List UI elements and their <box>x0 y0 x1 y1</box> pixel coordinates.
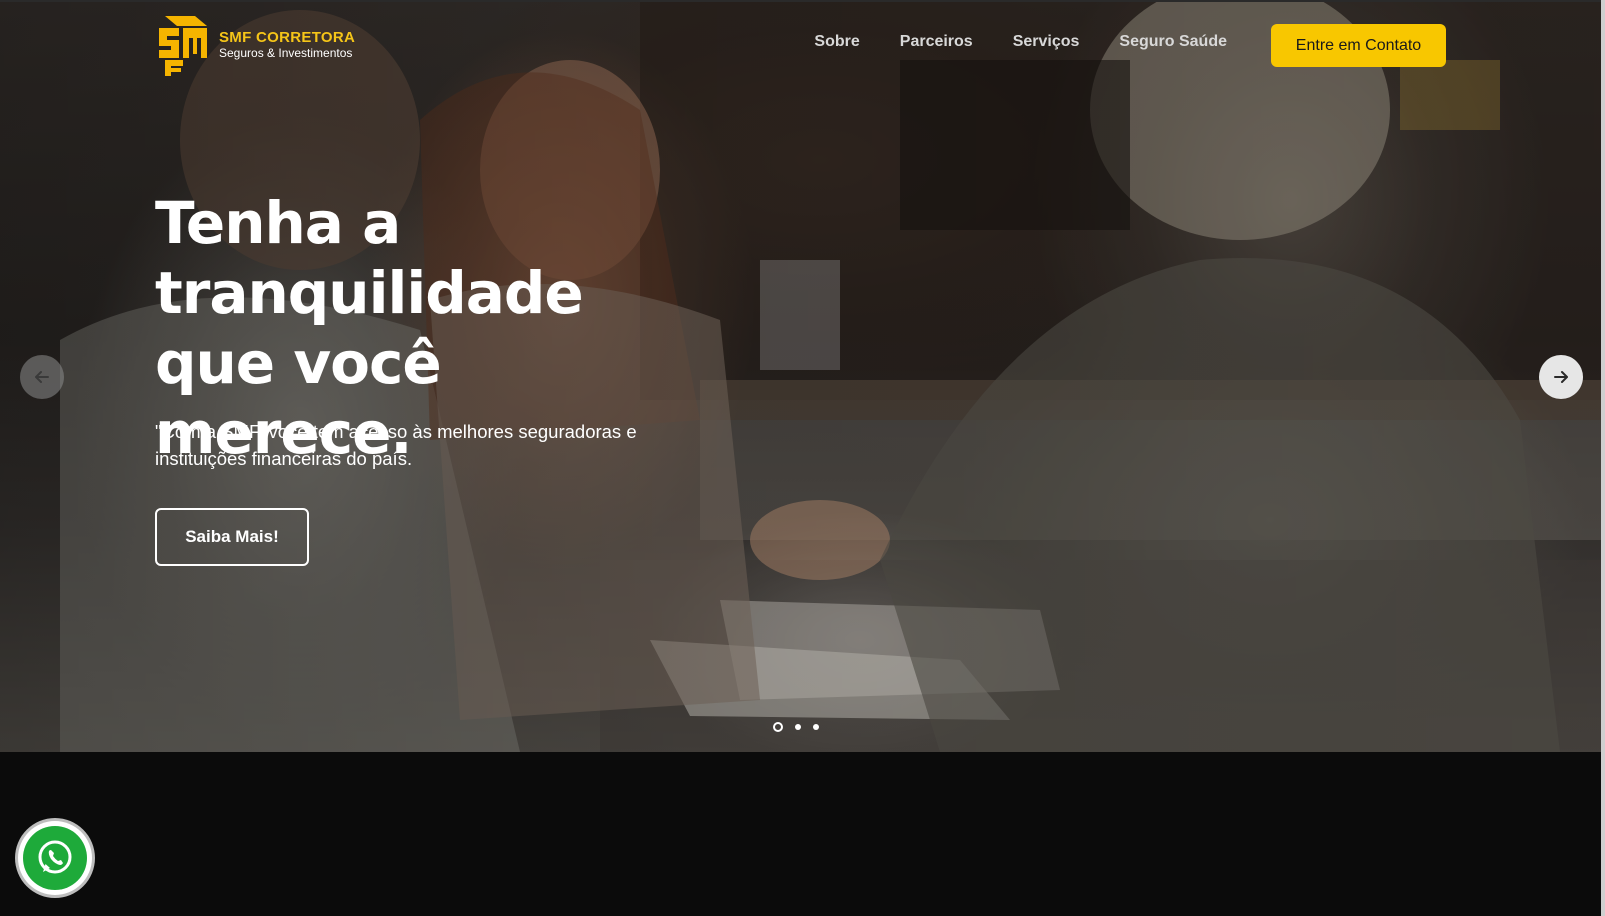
carousel-next-button[interactable] <box>1539 355 1583 399</box>
scrollbar-track[interactable] <box>1601 0 1605 916</box>
nav-item-servicos[interactable]: Serviços <box>1013 33 1080 51</box>
carousel-dot-2[interactable] <box>795 724 801 730</box>
carousel-indicators <box>773 722 819 732</box>
page: SMF CORRETORA Seguros & Investimentos So… <box>0 0 1605 916</box>
brand-tagline: Seguros & Investimentos <box>219 45 353 60</box>
contact-button[interactable]: Entre em Contato <box>1271 24 1446 67</box>
carousel-dot-1[interactable] <box>773 722 783 732</box>
whatsapp-button[interactable] <box>18 821 92 895</box>
main-nav: Sobre Parceiros Serviços Seguro Saúde <box>814 33 1227 51</box>
brand-name: SMF CORRETORA <box>219 29 356 47</box>
whatsapp-badge <box>23 826 87 890</box>
saiba-mais-button[interactable]: Saiba Mais! <box>155 508 309 566</box>
whatsapp-icon <box>38 840 72 874</box>
carousel-prev-button[interactable] <box>20 355 64 399</box>
nav-item-sobre[interactable]: Sobre <box>814 33 859 51</box>
nav-item-seguro-saude[interactable]: Seguro Saúde <box>1119 33 1227 51</box>
smf-logo-icon <box>159 16 207 76</box>
hero-subtitle: "Com a SMF, você tem acesso às melhores … <box>155 421 637 469</box>
arrow-right-icon <box>1554 371 1568 383</box>
hero-carousel: SMF CORRETORA Seguros & Investimentos So… <box>0 0 1605 752</box>
carousel-dot-3[interactable] <box>813 724 819 730</box>
top-edge <box>0 0 1605 2</box>
nav-item-parceiros[interactable]: Parceiros <box>900 33 973 51</box>
brand-logo[interactable]: SMF CORRETORA Seguros & Investimentos <box>155 14 355 76</box>
arrow-left-icon <box>35 371 49 383</box>
